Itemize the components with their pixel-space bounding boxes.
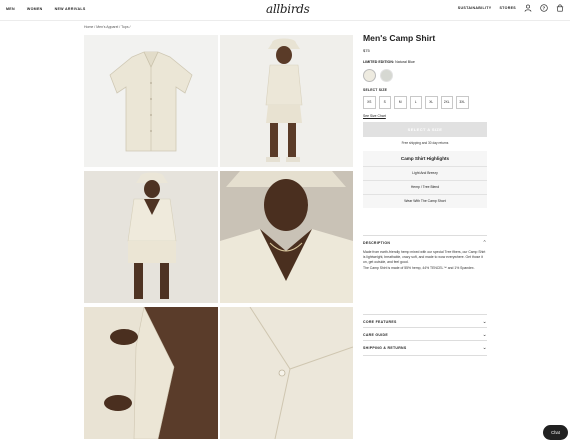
chat-button[interactable]: Chat xyxy=(543,425,568,440)
nav-link-women[interactable]: WOMEN xyxy=(27,7,43,11)
accordion-description: DESCRIPTION ⌃ Made from earth-friendly h… xyxy=(363,235,487,275)
accordion-header-shipping-returns[interactable]: SHIPPING & RETURNS ⌄ xyxy=(363,341,487,355)
breadcrumb[interactable]: Home / Men's Apparel / Tops / xyxy=(84,25,131,29)
edition-value: Natural Blue xyxy=(395,60,415,64)
accordion-title: DESCRIPTION xyxy=(363,241,391,245)
nav-link-sustainability[interactable]: SUSTAINABILITY xyxy=(458,6,492,10)
svg-text:?: ? xyxy=(543,6,546,11)
secondary-nav: SUSTAINABILITY STORES ? xyxy=(458,4,564,12)
description-text: Made from earth-friendly hemp mixed with… xyxy=(363,250,487,275)
chevron-down-icon: ⌄ xyxy=(482,319,487,325)
material-paragraph: The Camp Shirt is made of 55% hemp, 44% … xyxy=(363,265,475,270)
color-edition: LIMITED EDITION: Natural Blue xyxy=(363,60,487,64)
size-option-l[interactable]: L xyxy=(409,96,422,109)
user-icon[interactable] xyxy=(524,4,532,12)
color-swatch-blue[interactable] xyxy=(380,69,393,82)
product-price: $75 xyxy=(363,48,370,53)
select-size-label: SELECT SIZE xyxy=(363,88,388,92)
size-selector: XS S M L XL 2XL 3XL xyxy=(363,96,487,109)
product-image-flatlay[interactable] xyxy=(84,35,218,167)
primary-nav: MEN WOMEN NEW ARRIVALS xyxy=(6,7,86,11)
nav-link-new-arrivals[interactable]: NEW ARRIVALS xyxy=(55,7,86,11)
brand-logo[interactable]: allbirds xyxy=(266,2,310,16)
shipping-note: Free shipping and 30 day returns xyxy=(401,140,449,145)
size-option-m[interactable]: M xyxy=(394,96,407,109)
nav-link-stores[interactable]: STORES xyxy=(499,6,516,10)
product-title: Men's Camp Shirt xyxy=(363,33,436,43)
highlight-item[interactable]: Light And Breezy xyxy=(363,165,487,180)
color-swatches xyxy=(363,69,487,82)
cart-icon[interactable] xyxy=(556,4,564,12)
accordion-title: SHIPPING & RETURNS xyxy=(363,346,407,350)
size-chart-link[interactable]: See Size Chart xyxy=(363,114,487,118)
product-image-side-view[interactable] xyxy=(220,35,353,167)
top-nav: MEN WOMEN NEW ARRIVALS allbirds SUSTAINA… xyxy=(0,0,570,21)
accordion-header-description[interactable]: DESCRIPTION ⌃ xyxy=(363,236,487,250)
highlights-title: Camp Shirt Highlights xyxy=(400,155,450,161)
select-size-button[interactable]: SELECT A SIZE xyxy=(363,121,487,137)
accordion-title: CORE FEATURES xyxy=(363,320,397,324)
chevron-down-icon: ⌄ xyxy=(482,345,487,351)
size-option-2xl[interactable]: 2XL xyxy=(440,96,453,109)
highlight-item[interactable]: Hemp / Tree Blend xyxy=(363,179,487,194)
product-image-closeup[interactable] xyxy=(220,171,353,303)
help-icon[interactable]: ? xyxy=(540,4,548,12)
product-image-detail-fabric[interactable] xyxy=(220,307,353,439)
product-image-detail-hands[interactable] xyxy=(84,307,218,439)
size-option-s[interactable]: S xyxy=(378,96,391,109)
highlights-panel: Camp Shirt Highlights Light And Breezy H… xyxy=(363,150,487,208)
product-info: Men's Camp Shirt $75 LIMITED EDITION: Na… xyxy=(363,33,487,208)
size-option-3xl[interactable]: 3XL xyxy=(456,96,469,109)
color-swatch-natural[interactable] xyxy=(363,69,376,82)
edition-label: LIMITED EDITION: xyxy=(363,60,395,64)
size-option-xs[interactable]: XS xyxy=(363,96,376,109)
product-image-front-view[interactable] xyxy=(84,171,218,303)
highlight-item[interactable]: Wear With The Camp Short xyxy=(363,193,487,208)
accordion-shipping-returns[interactable]: SHIPPING & RETURNS ⌄ xyxy=(363,340,487,356)
description-paragraph: Made from earth-friendly hemp mixed with… xyxy=(363,250,486,265)
size-option-xl[interactable]: XL xyxy=(425,96,438,109)
nav-link-men[interactable]: MEN xyxy=(6,7,15,11)
accordion-title: CARE GUIDE xyxy=(363,333,388,337)
chevron-up-icon: ⌃ xyxy=(482,240,487,246)
chevron-down-icon: ⌄ xyxy=(482,332,487,338)
